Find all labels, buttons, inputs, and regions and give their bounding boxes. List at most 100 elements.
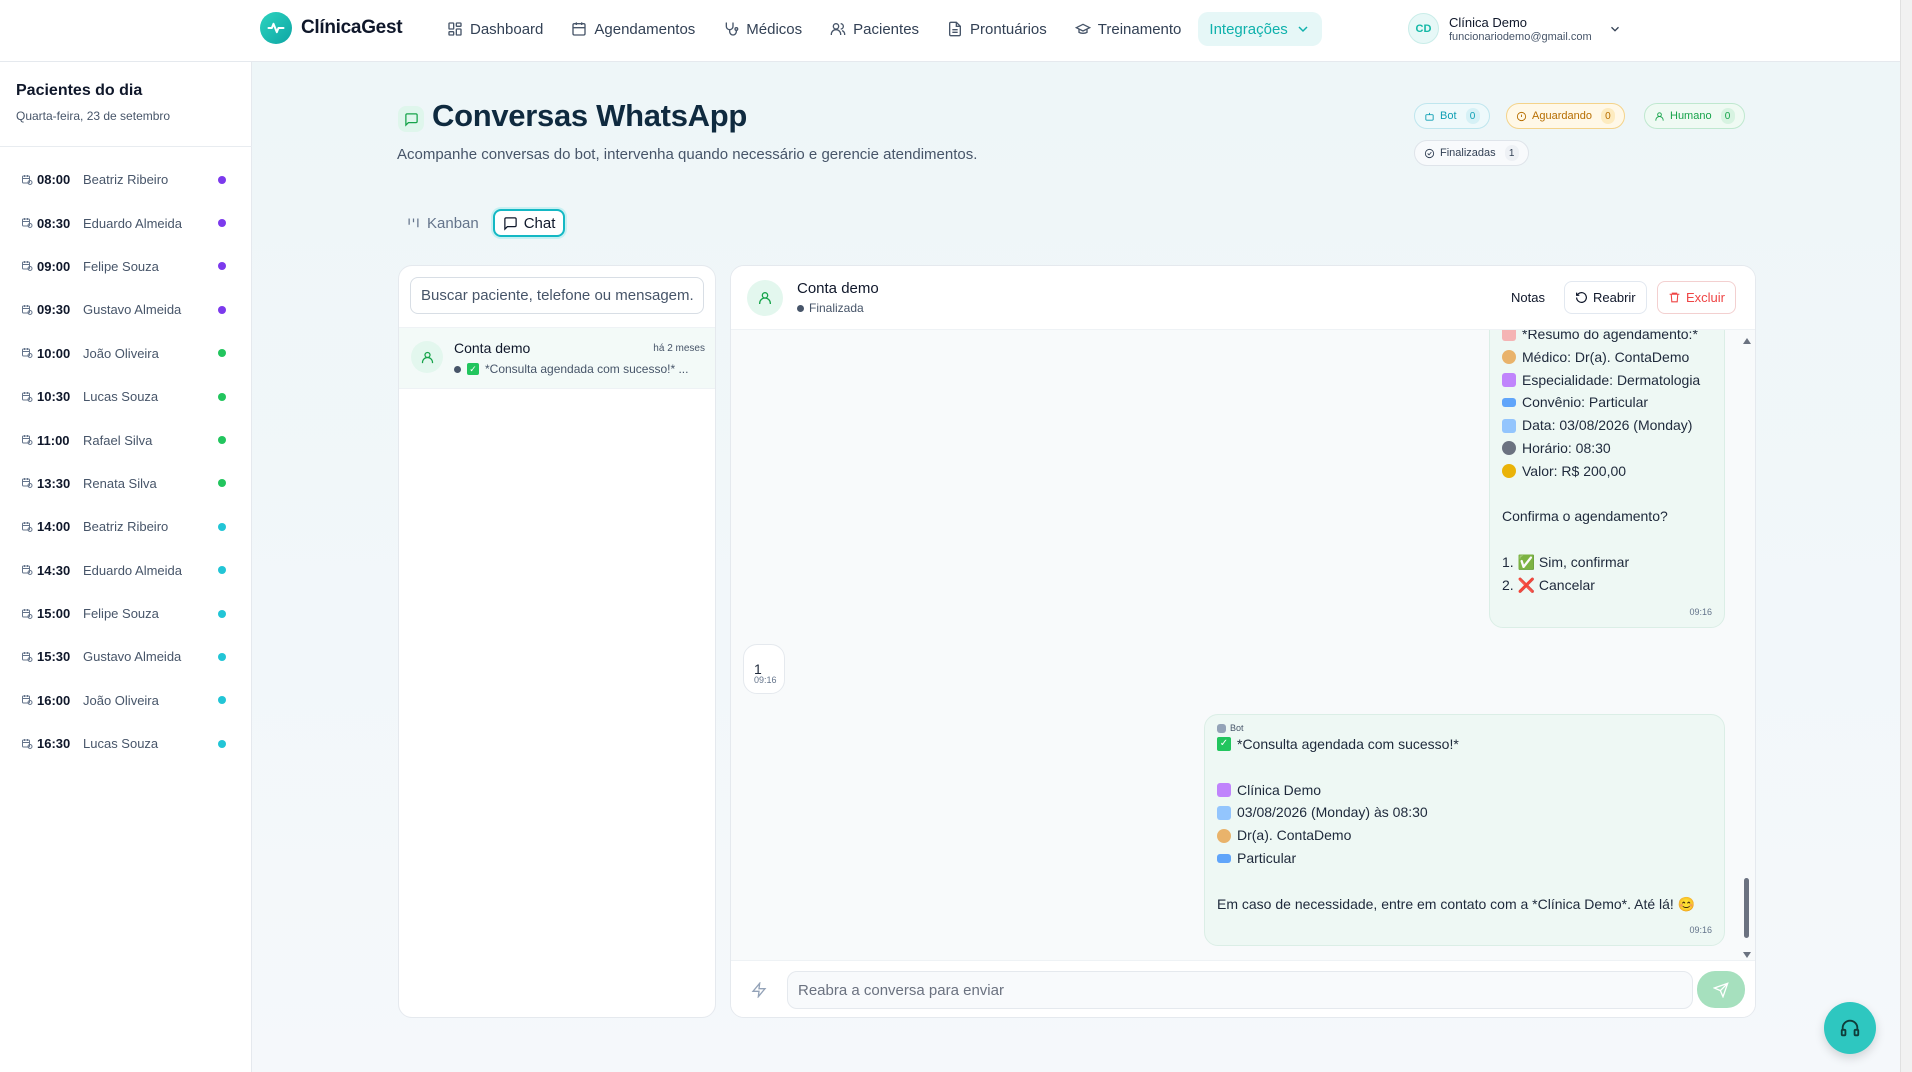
conversation-item[interactable]: Conta demo há 2 meses ✓ *Consulta agenda…: [399, 327, 715, 389]
appointment-patient: Renata Silva: [83, 475, 157, 491]
appointment-item[interactable]: 08:00 Beatriz Ribeiro: [0, 158, 252, 201]
reopen-button[interactable]: Reabrir: [1564, 281, 1647, 314]
user-message: 1 09:16: [743, 644, 785, 694]
message-line: Médico: Dr(a). ContaDemo: [1502, 346, 1712, 369]
appointment-list: 08:00 Beatriz Ribeiro 08:30 Eduardo Almeida…: [0, 158, 252, 765]
view-toggle: Kanban Chat: [398, 209, 566, 237]
message-line: Convênio: Particular: [1502, 391, 1712, 414]
conversation-snippet-text: *Consulta agendada com sucesso!* ...: [485, 362, 689, 376]
nav-dashboard[interactable]: Dashboard: [436, 12, 554, 46]
msg3-line: Dr(a). ContaDemo: [1237, 827, 1352, 844]
msg1-question: Confirma o agendamento?: [1502, 508, 1668, 525]
chat-status: Finalizada: [797, 301, 864, 315]
appointment-item[interactable]: 09:00 Felipe Souza: [0, 245, 252, 288]
appointment-patient: Rafael Silva: [83, 432, 153, 448]
nav-pacientes-label: Pacientes: [853, 20, 920, 38]
nav-integracoes[interactable]: Integrações: [1198, 12, 1322, 46]
finalizadas-pill[interactable]: Finalizadas 1: [1414, 140, 1529, 166]
appointment-time: 15:30: [37, 649, 71, 665]
appointment-item[interactable]: 16:30 Lucas Souza: [0, 722, 252, 765]
chat-header: Conta demo Finalizada Notas Reabrir Excl…: [731, 266, 1755, 330]
scrollbar-thumb[interactable]: [1744, 878, 1749, 938]
appointment-item[interactable]: 15:30 Gustavo Almeida: [0, 635, 252, 678]
message-line: Confirma o agendamento?: [1502, 505, 1712, 528]
calendar-clock-icon: [22, 521, 33, 532]
chat-toggle[interactable]: Chat: [492, 209, 566, 237]
delete-button[interactable]: Excluir: [1657, 281, 1737, 314]
bot-pill[interactable]: Bot 0: [1414, 103, 1490, 129]
status-dot: [454, 365, 461, 373]
notes-button[interactable]: Notas: [1501, 281, 1555, 314]
appointment-patient: Lucas Souza: [83, 736, 159, 752]
zap-icon[interactable]: [751, 982, 767, 998]
msg1-line: Data: 03/08/2026 (Monday): [1522, 417, 1693, 434]
status-dot: [218, 262, 226, 271]
calendar-icon: [1217, 805, 1231, 820]
aguardando-count: 0: [1600, 108, 1615, 124]
chat-panel: Conta demo Finalizada Notas Reabrir Excl…: [730, 265, 1756, 1018]
conversation-time: há 2 meses: [653, 343, 705, 354]
send-button[interactable]: [1697, 971, 1745, 1008]
appointment-item[interactable]: 08:30 Eduardo Almeida: [0, 201, 252, 244]
nav-prontuarios[interactable]: Prontuários: [936, 12, 1058, 46]
status-dot: [218, 479, 226, 488]
building-icon: [1502, 372, 1516, 387]
humano-pill[interactable]: Humano 0: [1644, 103, 1745, 129]
appointment-item[interactable]: 10:00 João Oliveira: [0, 332, 252, 375]
calendar-clock-icon: [22, 261, 33, 272]
message-line: 2. ❌ Cancelar: [1502, 574, 1712, 597]
appointment-item[interactable]: 13:30 Renata Silva: [0, 462, 252, 505]
search-input[interactable]: [410, 277, 704, 314]
bot-pill-label: Bot: [1440, 110, 1457, 122]
user-menu[interactable]: CD Clínica Demo funcionariodemo@gmail.co…: [1408, 13, 1622, 44]
msg3-line: 03/08/2026 (Monday) às 08:30: [1237, 804, 1428, 821]
bot-message: Bot ✓ *Consulta agendada com sucesso!* Cl…: [1204, 714, 1725, 946]
page-scrollbar[interactable]: [1900, 0, 1912, 1072]
msg3-line: Particular: [1237, 849, 1297, 866]
message-line: Horário: 08:30: [1502, 437, 1712, 460]
sidebar-title: Pacientes do dia: [16, 82, 143, 99]
nav-agendamentos[interactable]: Agendamentos: [560, 12, 706, 46]
kanban-toggle[interactable]: Kanban: [398, 209, 487, 237]
message-input[interactable]: [787, 971, 1693, 1009]
status-dot: [797, 304, 804, 312]
appointment-time: 15:00: [37, 606, 71, 622]
appointment-item[interactable]: 11:00 Rafael Silva: [0, 418, 252, 461]
appointment-item[interactable]: 14:00 Beatriz Ribeiro: [0, 505, 252, 548]
status-dot: [218, 696, 226, 705]
pulse-icon: [260, 12, 292, 44]
appointment-item[interactable]: 15:00 Felipe Souza: [0, 592, 252, 635]
appointment-patient: João Oliveira: [83, 345, 159, 361]
nav-pacientes[interactable]: Pacientes: [819, 12, 930, 46]
bot-icon: [1425, 112, 1434, 121]
alert-circle-icon: [1516, 111, 1527, 121]
doctor-icon: [1502, 350, 1516, 365]
appointment-time: 16:30: [37, 736, 71, 752]
doctor-icon: [1217, 828, 1231, 843]
appointment-patient: Lucas Souza: [83, 389, 159, 405]
appointment-time: 14:30: [37, 562, 71, 578]
appointment-item[interactable]: 14:30 Eduardo Almeida: [0, 549, 252, 592]
delete-button-label: Excluir: [1686, 290, 1726, 305]
nav-medicos[interactable]: Médicos: [712, 12, 813, 46]
support-button[interactable]: [1824, 1002, 1876, 1054]
aguardando-pill[interactable]: Aguardando 0: [1506, 103, 1625, 129]
calendar-clock-icon: [22, 565, 33, 576]
appointment-time: 10:00: [37, 345, 71, 361]
appointment-item[interactable]: 16:00 João Oliveira: [0, 679, 252, 722]
rotate-icon: [1576, 292, 1587, 303]
money-bag-icon: [1502, 464, 1516, 479]
chat-scrollbar[interactable]: [1743, 338, 1751, 958]
message-square-icon: [398, 106, 424, 132]
nav-treinamento[interactable]: Treinamento: [1064, 12, 1193, 46]
appointment-item[interactable]: 10:30 Lucas Souza: [0, 375, 252, 418]
scroll-up-icon[interactable]: [1743, 338, 1751, 344]
calendar-clock-icon: [22, 174, 33, 185]
appointment-item[interactable]: 09:30 Gustavo Almeida: [0, 288, 252, 331]
message-line: 1. ✅ Sim, confirmar: [1502, 551, 1712, 574]
app-logo[interactable]: ClínicaGest: [260, 12, 403, 44]
headset-icon: [1840, 1019, 1860, 1037]
users-icon: [830, 23, 846, 35]
message-time: 09:16: [754, 675, 777, 685]
scroll-down-icon[interactable]: [1743, 952, 1751, 958]
